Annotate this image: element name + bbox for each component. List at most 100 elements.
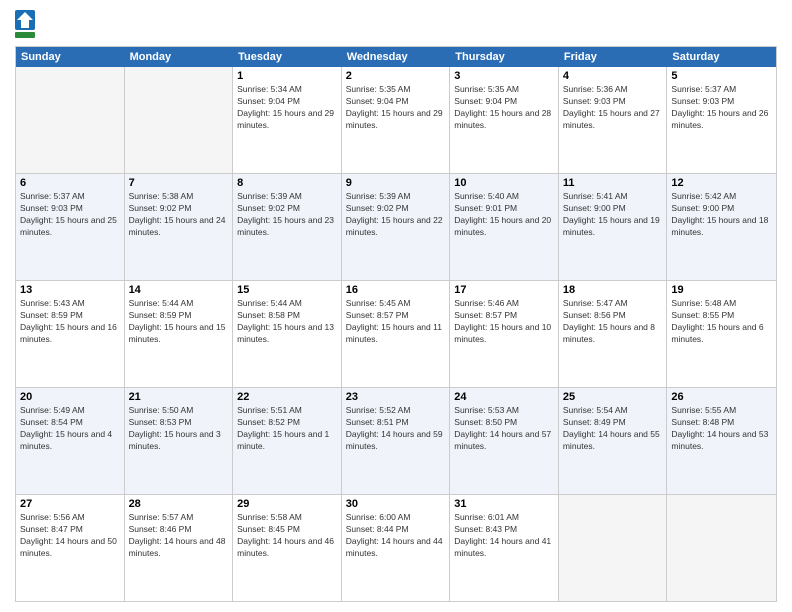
calendar-row: 13 Sunrise: 5:43 AM Sunset: 8:59 PM Dayli… [16, 281, 776, 388]
day-cell: 15 Sunrise: 5:44 AM Sunset: 8:58 PM Dayli… [233, 281, 342, 387]
day-info: Sunrise: 5:50 AM Sunset: 8:53 PM Dayligh… [129, 405, 229, 453]
calendar-row: 1 Sunrise: 5:34 AM Sunset: 9:04 PM Daylig… [16, 67, 776, 174]
day-info: Sunrise: 5:43 AM Sunset: 8:59 PM Dayligh… [20, 298, 120, 346]
day-number: 1 [237, 70, 337, 82]
day-number: 27 [20, 498, 120, 510]
day-number: 16 [346, 284, 446, 296]
day-cell: 24Sunrise: 5:53 AM Sunset: 8:50 PM Dayli… [450, 388, 559, 494]
day-cell: 9 Sunrise: 5:39 AM Sunset: 9:02 PM Daylig… [342, 174, 451, 280]
weekday-header: Friday [559, 47, 668, 67]
day-cell: 7 Sunrise: 5:38 AM Sunset: 9:02 PM Daylig… [125, 174, 234, 280]
calendar-row: 20 Sunrise: 5:49 AM Sunset: 8:54 PM Dayli… [16, 388, 776, 495]
day-cell: 12 Sunrise: 5:42 AM Sunset: 9:00 PM Dayli… [667, 174, 776, 280]
empty-cell [559, 495, 668, 601]
day-info: Sunrise: 5:51 AM Sunset: 8:52 PM Dayligh… [237, 405, 337, 453]
day-info: Sunrise: 5:38 AM Sunset: 9:02 PM Dayligh… [129, 191, 229, 239]
day-info: Sunrise: 5:34 AM Sunset: 9:04 PM Dayligh… [237, 84, 337, 132]
day-number: 20 [20, 391, 120, 403]
calendar-body: 1 Sunrise: 5:34 AM Sunset: 9:04 PM Daylig… [16, 67, 776, 601]
day-number: 19 [671, 284, 772, 296]
day-cell: 28 Sunrise: 5:57 AM Sunset: 8:46 PM Dayli… [125, 495, 234, 601]
day-number: 11 [563, 177, 663, 189]
day-cell: 3Sunrise: 5:35 AM Sunset: 9:04 PM Daylig… [450, 67, 559, 173]
day-number: 8 [237, 177, 337, 189]
day-info: Sunrise: 5:49 AM Sunset: 8:54 PM Dayligh… [20, 405, 120, 453]
day-info: Sunrise: 5:52 AM Sunset: 8:51 PM Dayligh… [346, 405, 446, 453]
day-info: Sunrise: 5:53 AM Sunset: 8:50 PM Dayligh… [454, 405, 554, 453]
calendar-header: SundayMondayTuesdayWednesdayThursdayFrid… [16, 47, 776, 67]
day-cell: 31 Sunrise: 6:01 AM Sunset: 8:43 PM Dayli… [450, 495, 559, 601]
day-info: Sunrise: 6:00 AM Sunset: 8:44 PM Dayligh… [346, 512, 446, 560]
day-info: Sunrise: 5:58 AM Sunset: 8:45 PM Dayligh… [237, 512, 337, 560]
day-number: 26 [671, 391, 772, 403]
day-number: 6 [20, 177, 120, 189]
day-info: Sunrise: 5:42 AM Sunset: 9:00 PM Dayligh… [671, 191, 772, 239]
day-info: Sunrise: 5:57 AM Sunset: 8:46 PM Dayligh… [129, 512, 229, 560]
day-cell: 29Sunrise: 5:58 AM Sunset: 8:45 PM Dayli… [233, 495, 342, 601]
day-number: 7 [129, 177, 229, 189]
day-info: Sunrise: 5:46 AM Sunset: 8:57 PM Dayligh… [454, 298, 554, 346]
day-info: Sunrise: 5:40 AM Sunset: 9:01 PM Dayligh… [454, 191, 554, 239]
day-number: 25 [563, 391, 663, 403]
day-cell: 18 Sunrise: 5:47 AM Sunset: 8:56 PM Dayli… [559, 281, 668, 387]
day-info: Sunrise: 5:39 AM Sunset: 9:02 PM Dayligh… [346, 191, 446, 239]
day-cell: 19 Sunrise: 5:48 AM Sunset: 8:55 PM Dayli… [667, 281, 776, 387]
day-info: Sunrise: 6:01 AM Sunset: 8:43 PM Dayligh… [454, 512, 554, 560]
day-info: Sunrise: 5:37 AM Sunset: 9:03 PM Dayligh… [20, 191, 120, 239]
day-info: Sunrise: 5:39 AM Sunset: 9:02 PM Dayligh… [237, 191, 337, 239]
day-cell: 16Sunrise: 5:45 AM Sunset: 8:57 PM Dayli… [342, 281, 451, 387]
day-number: 23 [346, 391, 446, 403]
day-cell: 23 Sunrise: 5:52 AM Sunset: 8:51 PM Dayli… [342, 388, 451, 494]
day-info: Sunrise: 5:35 AM Sunset: 9:04 PM Dayligh… [346, 84, 446, 132]
day-info: Sunrise: 5:48 AM Sunset: 8:55 PM Dayligh… [671, 298, 772, 346]
day-number: 22 [237, 391, 337, 403]
weekday-header: Monday [125, 47, 234, 67]
day-number: 28 [129, 498, 229, 510]
empty-cell [125, 67, 234, 173]
weekday-header: Saturday [667, 47, 776, 67]
weekday-header: Sunday [16, 47, 125, 67]
day-cell: 14 Sunrise: 5:44 AM Sunset: 8:59 PM Dayli… [125, 281, 234, 387]
calendar-row: 27 Sunrise: 5:56 AM Sunset: 8:47 PM Dayli… [16, 495, 776, 601]
day-cell: 1 Sunrise: 5:34 AM Sunset: 9:04 PM Daylig… [233, 67, 342, 173]
day-cell: 17 Sunrise: 5:46 AM Sunset: 8:57 PM Dayli… [450, 281, 559, 387]
empty-cell [16, 67, 125, 173]
day-number: 9 [346, 177, 446, 189]
day-cell: 6 Sunrise: 5:37 AM Sunset: 9:03 PM Daylig… [16, 174, 125, 280]
day-cell: 13 Sunrise: 5:43 AM Sunset: 8:59 PM Dayli… [16, 281, 125, 387]
day-number: 17 [454, 284, 554, 296]
day-cell: 22 Sunrise: 5:51 AM Sunset: 8:52 PM Dayli… [233, 388, 342, 494]
day-number: 15 [237, 284, 337, 296]
day-info: Sunrise: 5:41 AM Sunset: 9:00 PM Dayligh… [563, 191, 663, 239]
day-number: 10 [454, 177, 554, 189]
day-info: Sunrise: 5:47 AM Sunset: 8:56 PM Dayligh… [563, 298, 663, 346]
day-cell: 25Sunrise: 5:54 AM Sunset: 8:49 PM Dayli… [559, 388, 668, 494]
day-number: 31 [454, 498, 554, 510]
day-info: Sunrise: 5:56 AM Sunset: 8:47 PM Dayligh… [20, 512, 120, 560]
day-number: 4 [563, 70, 663, 82]
day-cell: 20 Sunrise: 5:49 AM Sunset: 8:54 PM Dayli… [16, 388, 125, 494]
day-number: 5 [671, 70, 772, 82]
weekday-header: Wednesday [342, 47, 451, 67]
day-cell: 11 Sunrise: 5:41 AM Sunset: 9:00 PM Dayli… [559, 174, 668, 280]
weekday-header: Tuesday [233, 47, 342, 67]
day-cell: 26Sunrise: 5:55 AM Sunset: 8:48 PM Dayli… [667, 388, 776, 494]
day-cell: 27 Sunrise: 5:56 AM Sunset: 8:47 PM Dayli… [16, 495, 125, 601]
day-number: 2 [346, 70, 446, 82]
day-number: 3 [454, 70, 554, 82]
day-number: 13 [20, 284, 120, 296]
day-cell: 30Sunrise: 6:00 AM Sunset: 8:44 PM Dayli… [342, 495, 451, 601]
day-cell: 2 Sunrise: 5:35 AM Sunset: 9:04 PM Daylig… [342, 67, 451, 173]
day-info: Sunrise: 5:36 AM Sunset: 9:03 PM Dayligh… [563, 84, 663, 132]
day-info: Sunrise: 5:37 AM Sunset: 9:03 PM Dayligh… [671, 84, 772, 132]
day-number: 14 [129, 284, 229, 296]
day-number: 18 [563, 284, 663, 296]
day-cell: 21Sunrise: 5:50 AM Sunset: 8:53 PM Dayli… [125, 388, 234, 494]
day-info: Sunrise: 5:44 AM Sunset: 8:59 PM Dayligh… [129, 298, 229, 346]
calendar: SundayMondayTuesdayWednesdayThursdayFrid… [15, 46, 777, 602]
calendar-row: 6 Sunrise: 5:37 AM Sunset: 9:03 PM Daylig… [16, 174, 776, 281]
day-cell: 5 Sunrise: 5:37 AM Sunset: 9:03 PM Daylig… [667, 67, 776, 173]
day-info: Sunrise: 5:44 AM Sunset: 8:58 PM Dayligh… [237, 298, 337, 346]
day-cell: 10 Sunrise: 5:40 AM Sunset: 9:01 PM Dayli… [450, 174, 559, 280]
day-number: 12 [671, 177, 772, 189]
